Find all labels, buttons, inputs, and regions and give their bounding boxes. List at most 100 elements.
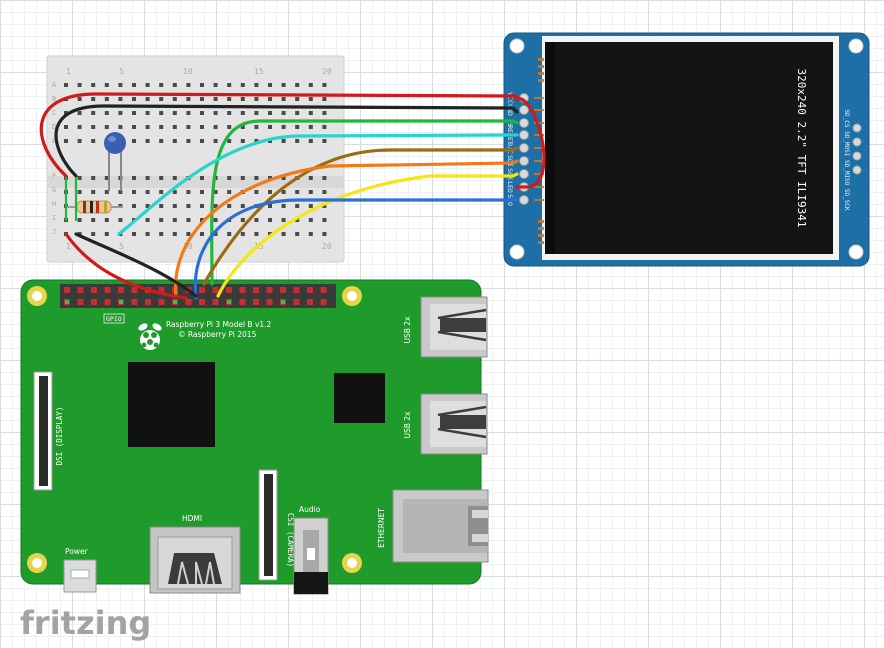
tft-pin xyxy=(519,105,529,115)
breadboard-hole xyxy=(64,139,68,143)
breadboard-hole xyxy=(91,125,96,129)
breadboard-hole xyxy=(227,111,232,115)
gpio-pin xyxy=(320,287,327,293)
breadboard-hole xyxy=(295,232,300,236)
breadboard-hole xyxy=(254,218,259,222)
breadboard-hole xyxy=(200,232,204,236)
breadboard-hole xyxy=(159,139,164,143)
breadboard-hole xyxy=(77,111,82,115)
bb-row-i: I xyxy=(52,214,56,222)
breadboard-hole xyxy=(322,97,327,101)
breadboard-hole xyxy=(322,111,327,115)
breadboard-hole xyxy=(268,204,272,208)
gpio-pin xyxy=(199,287,205,293)
gpio-pin xyxy=(91,287,97,293)
tft-sd-pin-labels: SD_CS SD_MOSI SD_MISO SD_SCK xyxy=(843,109,850,211)
breadboard-hole xyxy=(213,97,218,101)
breadboard-hole xyxy=(132,204,136,208)
breadboard-hole xyxy=(268,111,272,115)
bb-row-c: C xyxy=(52,109,56,117)
breadboard-hole xyxy=(200,204,204,208)
bb-col-1-bottom: 1 xyxy=(66,242,71,251)
hdmi-port xyxy=(149,526,241,594)
hdmi-label: HDMI xyxy=(182,514,202,523)
breadboard-hole xyxy=(240,83,245,87)
breadboard-hole xyxy=(295,111,300,115)
breadboard-hole xyxy=(308,190,313,194)
gpio-pin xyxy=(280,287,286,293)
csi-connector xyxy=(258,469,278,581)
breadboard-hole xyxy=(281,97,286,101)
gpio-pin xyxy=(158,299,165,305)
tft-pin-label: LED xyxy=(506,181,514,193)
gpio-pin xyxy=(199,299,205,305)
bb-row-h: H xyxy=(52,200,56,208)
breadboard-hole xyxy=(91,176,96,180)
breadboard-hole xyxy=(200,190,204,194)
breadboard-hole xyxy=(159,83,164,87)
bb-col-10: 10 xyxy=(183,67,193,76)
breadboard-hole xyxy=(186,218,191,222)
breadboard-hole xyxy=(77,190,82,194)
tft-pin-label: SCK xyxy=(506,168,514,180)
breadboard-hole xyxy=(118,125,123,129)
breadboard-hole xyxy=(254,97,259,101)
usb-port-top xyxy=(420,296,488,358)
breadboard-hole xyxy=(172,139,177,143)
breadboard-hole xyxy=(227,83,232,87)
dsi-label: DSI (DISPLAY) xyxy=(55,407,64,466)
breadboard-hole xyxy=(254,176,259,180)
breadboard-hole xyxy=(118,97,123,101)
breadboard-hole xyxy=(200,176,204,180)
gpio-pin xyxy=(64,287,70,293)
tft-pin xyxy=(519,130,529,140)
breadboard-hole xyxy=(64,125,68,129)
raspberry-pi-board: GPIO Raspberry Pi 3 Model B v1.2 © Raspb… xyxy=(20,279,489,595)
bb-col-20-bottom: 20 xyxy=(322,242,332,251)
gpio-pin xyxy=(91,299,97,305)
breadboard-hole xyxy=(308,176,313,180)
breadboard-hole xyxy=(118,111,123,115)
breadboard-hole xyxy=(268,97,272,101)
breadboard-hole xyxy=(145,111,150,115)
breadboard-hole xyxy=(227,190,232,194)
gpio-pin xyxy=(77,299,84,305)
breadboard-hole xyxy=(77,176,82,180)
gpio-pin xyxy=(266,287,273,293)
breadboard-hole xyxy=(322,232,327,236)
breadboard-hole xyxy=(308,83,313,87)
breadboard-hole xyxy=(268,218,272,222)
breadboard-hole xyxy=(322,218,327,222)
breadboard-hole xyxy=(145,83,150,87)
breadboard-hole xyxy=(77,83,82,87)
breadboard-hole xyxy=(254,125,259,129)
breadboard-hole xyxy=(308,111,313,115)
breadboard-hole xyxy=(308,204,313,208)
breadboard-hole xyxy=(240,111,245,115)
tft-pin-label: VCC xyxy=(506,92,514,104)
gpio-pin xyxy=(131,299,138,305)
breadboard-hole xyxy=(308,97,313,101)
pi-copyright-label: © Raspberry Pi 2015 xyxy=(178,330,257,339)
gpio-pin xyxy=(293,287,300,293)
breadboard-hole xyxy=(159,111,164,115)
breadboard-hole xyxy=(91,97,96,101)
power-label: Power xyxy=(65,547,89,556)
breadboard-hole xyxy=(104,218,109,222)
gpio-pin xyxy=(239,299,246,305)
breadboard-hole xyxy=(91,83,96,87)
gpio-pin xyxy=(239,287,246,293)
breadboard-hole xyxy=(227,232,232,236)
breadboard-hole xyxy=(145,139,150,143)
bb-col-15: 15 xyxy=(254,67,264,76)
breadboard-hole xyxy=(227,176,232,180)
breadboard-hole xyxy=(254,83,259,87)
breadboard-hole xyxy=(200,111,204,115)
breadboard-hole xyxy=(322,176,327,180)
gpio-pin xyxy=(212,287,219,293)
breadboard-hole xyxy=(322,125,327,129)
bb-col-20: 20 xyxy=(322,67,332,76)
breadboard-hole xyxy=(186,83,191,87)
gpio-pin xyxy=(253,299,259,305)
breadboard-hole xyxy=(268,83,272,87)
